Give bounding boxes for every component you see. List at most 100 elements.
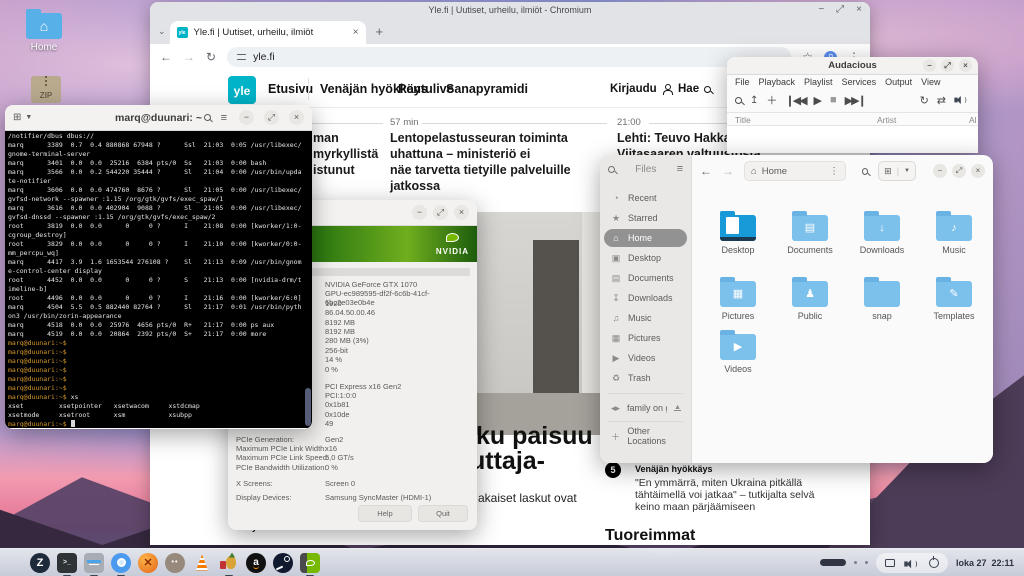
kebab-icon[interactable]: ⋮: [829, 166, 839, 177]
sidebar-item-trash[interactable]: ♻Trash: [604, 369, 687, 387]
sidebar-item-home[interactable]: ⌂Home: [604, 229, 687, 247]
folder-documents[interactable]: ▤Documents: [774, 215, 846, 255]
folder-templates[interactable]: ✎Templates: [918, 281, 990, 321]
workspace-dot[interactable]: [854, 561, 857, 564]
clock[interactable]: loka 27 22:11: [956, 558, 1014, 568]
taskbar-app-orange-ball-game[interactable]: ✕: [138, 553, 158, 573]
menu-view[interactable]: View: [921, 77, 940, 87]
minimize-icon[interactable]: −: [818, 4, 824, 15]
terminal-titlebar[interactable]: ⊞ ▼ marq@duunari: ~ ≡ − ⤢ ×: [5, 105, 312, 131]
stop-icon[interactable]: ■: [830, 94, 837, 106]
eject-icon[interactable]: ▲: [674, 405, 681, 411]
taskbar-app-nvidia-settings[interactable]: [300, 553, 320, 573]
maximize-icon[interactable]: ⤢: [433, 205, 448, 220]
breadcrumb[interactable]: ⌂ Home ⋮: [744, 161, 846, 181]
workspace-indicator[interactable]: [820, 559, 846, 566]
search-button[interactable]: Hae: [678, 83, 711, 95]
sidebar-item-documents[interactable]: ▤Documents: [604, 269, 687, 287]
sidebar-item-pictures[interactable]: ▦Pictures: [604, 329, 687, 347]
url-bar[interactable]: yle.fi: [227, 47, 791, 67]
browser-tab[interactable]: yle Yle.fi | Uutiset, urheilu, ilmiöt ×: [170, 21, 366, 44]
maximize-icon[interactable]: ⤢: [264, 110, 279, 125]
next-icon[interactable]: ▶▶❙: [845, 94, 865, 107]
nav-etusivu[interactable]: Etusivu: [268, 82, 313, 96]
taskbar-app-audacious[interactable]: [219, 553, 239, 573]
sidebar-item-mount[interactable]: ◂▸ family on gig... ▲: [604, 399, 687, 417]
nav-sanapyramidi[interactable]: Sanapyramidi: [446, 82, 528, 96]
browser-titlebar[interactable]: Yle.fi | Uutiset, urheilu, ilmiöt - Chro…: [150, 2, 870, 18]
sidebar-item-desktop[interactable]: ▣Desktop: [604, 249, 687, 267]
close-icon[interactable]: ×: [454, 205, 469, 220]
maximize-icon[interactable]: ⤢: [836, 4, 844, 15]
back-icon[interactable]: ←: [160, 50, 172, 64]
playlist-area[interactable]: [727, 126, 978, 153]
previous-icon[interactable]: ❙◀◀: [785, 94, 805, 107]
sidebar-item-videos[interactable]: ▶Videos: [604, 349, 687, 367]
taskbar-app-amazon[interactable]: a: [246, 553, 266, 573]
tab-search-chevron-icon[interactable]: ⌄: [158, 26, 166, 37]
add-icon[interactable]: ＋: [766, 92, 777, 108]
minimize-icon[interactable]: −: [239, 110, 254, 125]
minimize-icon[interactable]: −: [923, 59, 936, 72]
terminal-output[interactable]: /notifier/dbus dbus://marq 3389 0.7 0.4 …: [5, 131, 312, 428]
forward-icon[interactable]: →: [183, 50, 195, 64]
close-icon[interactable]: ×: [971, 164, 985, 178]
sidebar-item-recent[interactable]: ◔Recent: [604, 189, 687, 207]
minimize-icon[interactable]: −: [933, 164, 947, 178]
taskbar-app-gimp[interactable]: ••: [165, 553, 185, 573]
close-icon[interactable]: ×: [289, 110, 304, 125]
folder-public[interactable]: ♟Public: [774, 281, 846, 321]
column-title[interactable]: Title: [735, 115, 751, 125]
taskbar-app-zorin-menu[interactable]: Z: [30, 553, 50, 573]
search-icon[interactable]: [204, 114, 211, 121]
login-button[interactable]: Kirjaudu: [610, 83, 673, 95]
maximize-icon[interactable]: ⤢: [952, 164, 966, 178]
column-artist[interactable]: Artist: [877, 115, 896, 125]
menu-playback[interactable]: Playback: [759, 77, 796, 87]
yle-logo[interactable]: yle: [228, 76, 256, 104]
open-files-icon[interactable]: ↥: [750, 95, 758, 106]
shuffle-icon[interactable]: ⇄: [937, 94, 946, 107]
chevron-down-icon[interactable]: ▼: [25, 114, 32, 121]
search-icon[interactable]: [735, 97, 742, 104]
menu-file[interactable]: File: [735, 77, 750, 87]
column-album[interactable]: Al: [969, 115, 977, 125]
sidebar-item-music[interactable]: ♫Music: [604, 309, 687, 327]
tab-close-icon[interactable]: ×: [353, 27, 359, 38]
repeat-icon[interactable]: ↻: [920, 94, 929, 107]
folder-videos[interactable]: ▶Videos: [702, 334, 774, 374]
audacious-titlebar[interactable]: Audacious − ⤢ ×: [727, 57, 978, 75]
help-button[interactable]: Help: [358, 505, 412, 522]
close-icon[interactable]: ×: [959, 59, 972, 72]
menu-icon[interactable]: ≡: [221, 112, 227, 124]
reload-icon[interactable]: ↻: [206, 50, 216, 64]
new-tab-button[interactable]: +: [376, 24, 384, 39]
hamburger-menu-icon[interactable]: ≡: [677, 163, 683, 175]
taskbar-app-chromium[interactable]: [111, 553, 131, 573]
taskbar-app-steam[interactable]: [273, 553, 293, 573]
search-location-icon[interactable]: [862, 168, 868, 175]
folder-downloads[interactable]: ↓Downloads: [846, 215, 918, 255]
sidebar-item-downloads[interactable]: ↧Downloads: [604, 289, 687, 307]
sidebar-item-other-locations[interactable]: ＋ Other Locations: [604, 427, 687, 445]
folder-desktop[interactable]: Desktop: [702, 215, 774, 255]
desktop-icon-home[interactable]: ⌂ Home: [16, 8, 72, 53]
taskbar-app-file-manager[interactable]: [84, 553, 104, 573]
news-headline-2[interactable]: Lentopelastusseuran toiminta uhattuna – …: [390, 130, 620, 194]
back-icon[interactable]: ←: [700, 164, 712, 178]
article-headline-frag[interactable]: uttaja-: [470, 447, 545, 476]
terminal-scrollbar[interactable]: [305, 388, 311, 426]
volume-icon[interactable]: [954, 94, 970, 106]
workspace-dot[interactable]: [865, 561, 868, 564]
maximize-icon[interactable]: ⤢: [941, 59, 954, 72]
new-tab-icon[interactable]: ⊞: [13, 112, 21, 123]
forward-icon[interactable]: →: [722, 164, 734, 178]
desktop-icon-zip[interactable]: ZIP: [18, 76, 74, 103]
minimize-icon[interactable]: −: [412, 205, 427, 220]
folder-music[interactable]: ♪Music: [918, 215, 990, 255]
sidebar-item-starred[interactable]: ★Starred: [604, 209, 687, 227]
site-info-icon[interactable]: [237, 53, 246, 61]
folder-snap[interactable]: snap: [846, 281, 918, 321]
close-icon[interactable]: ×: [856, 4, 862, 15]
quit-button[interactable]: Quit: [418, 505, 468, 522]
